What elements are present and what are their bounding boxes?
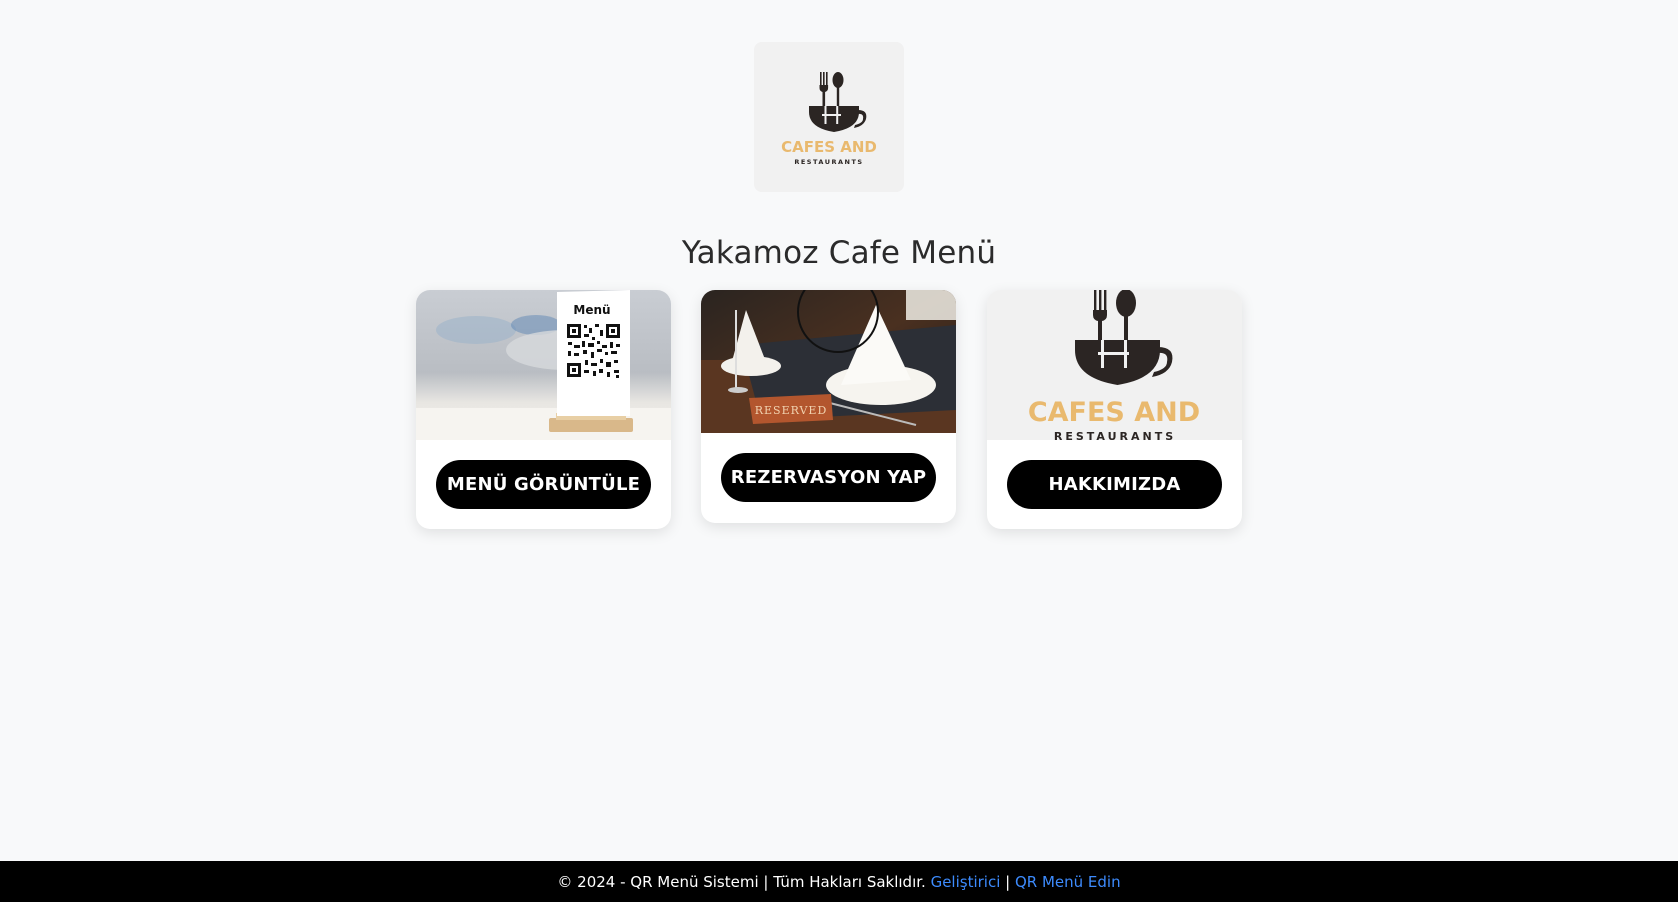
menu-card[interactable]: Menü MENÜ GÖRÜNTÜLE: [416, 290, 671, 529]
logo-text-secondary: RESTAURANTS: [794, 158, 863, 166]
menu-card-image: Menü: [416, 290, 671, 440]
qr-code-icon: [566, 323, 621, 378]
reservation-card-image: RESERVED: [701, 290, 956, 433]
about-card[interactable]: CAFES AND RESTAURANTS HAKKIMIZDA: [987, 290, 1242, 529]
page-title: Yakamoz Cafe Menü: [681, 234, 997, 271]
about-logo-text-secondary: RESTAURANTS: [1054, 430, 1176, 440]
reserved-sign-text: RESERVED: [755, 404, 828, 417]
brand-logo: CAFES AND RESTAURANTS: [754, 42, 904, 192]
reservation-card[interactable]: RESERVED REZERVASYON YAP: [701, 290, 956, 523]
make-reservation-button[interactable]: REZERVASYON YAP: [721, 453, 936, 502]
cup-fork-spoon-icon: CAFES AND RESTAURANTS: [987, 290, 1242, 440]
get-qr-menu-link[interactable]: QR Menü Edin: [1015, 873, 1121, 891]
menu-card-image-label: Menü: [573, 303, 610, 317]
page: CAFES AND RESTAURANTS Yakamoz Cafe Menü: [0, 0, 1678, 861]
footer-copyright: © 2024 - QR Menü Sistemi | Tüm Hakları S…: [557, 872, 931, 891]
about-us-button[interactable]: HAKKIMIZDA: [1007, 460, 1222, 509]
logo-text-primary: CAFES AND: [781, 138, 877, 156]
about-card-image: CAFES AND RESTAURANTS: [987, 290, 1242, 440]
about-logo-text-primary: CAFES AND: [1028, 397, 1200, 428]
footer: © 2024 - QR Menü Sistemi | Tüm Hakları S…: [0, 861, 1678, 902]
developer-link[interactable]: Geliştirici: [931, 873, 1001, 891]
view-menu-button[interactable]: MENÜ GÖRÜNTÜLE: [436, 460, 651, 509]
footer-separator: |: [1000, 872, 1015, 891]
cup-fork-spoon-icon: CAFES AND RESTAURANTS: [754, 42, 904, 192]
